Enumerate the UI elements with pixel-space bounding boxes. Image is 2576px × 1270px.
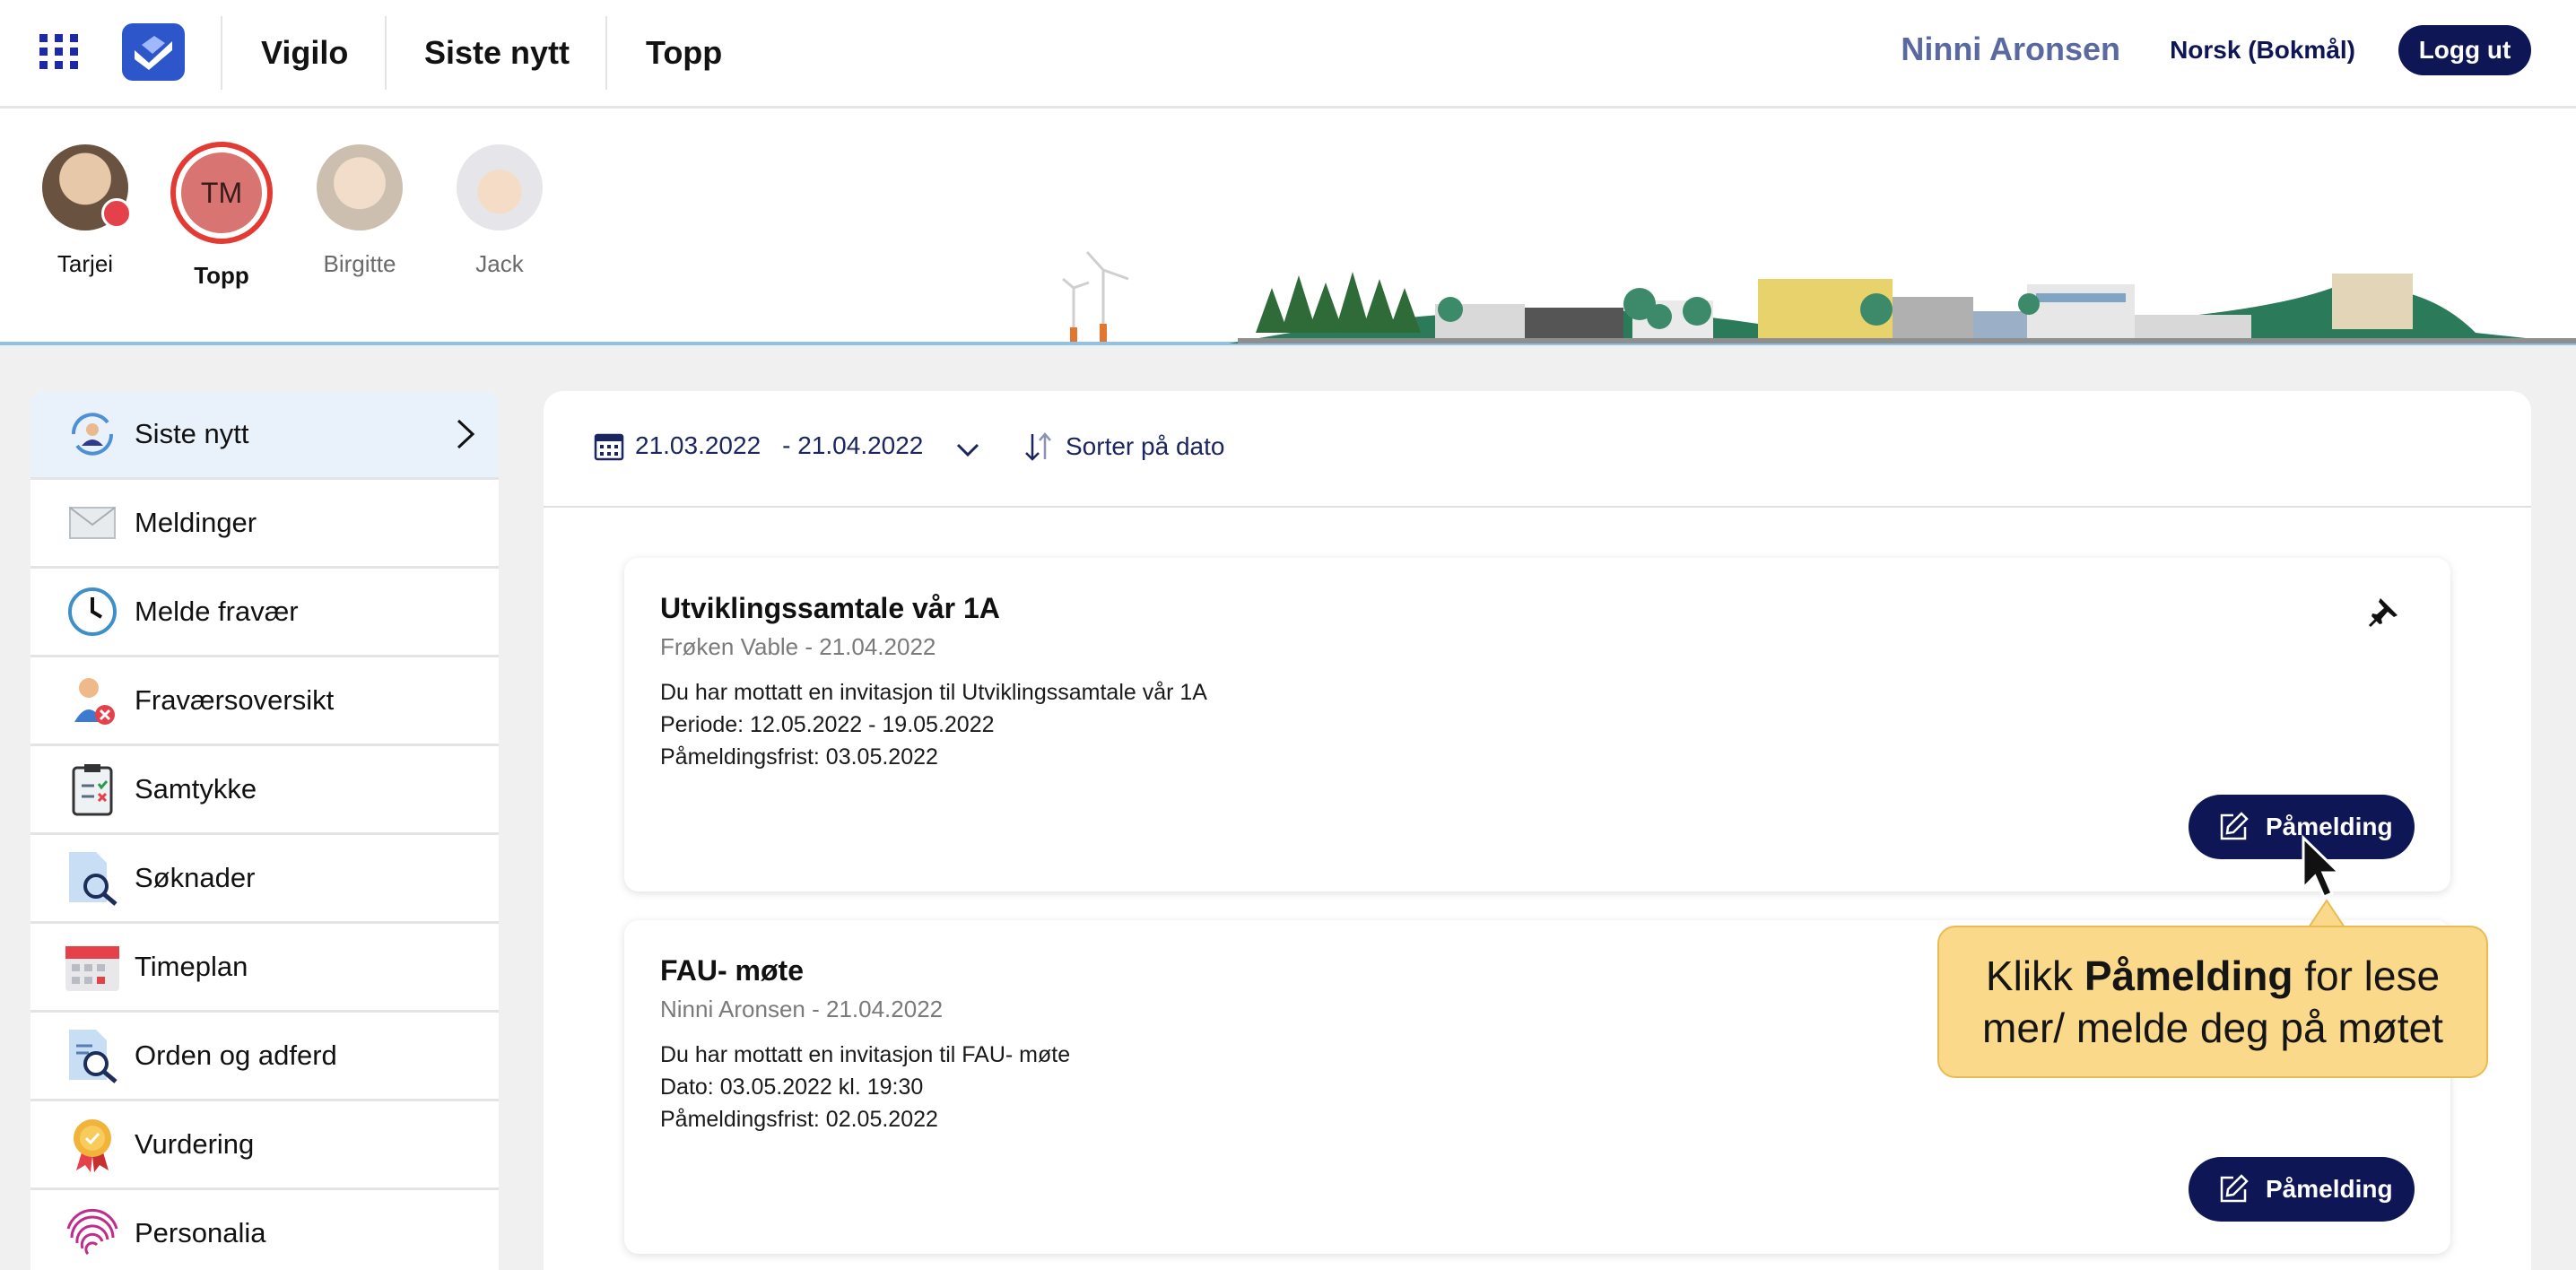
- clipboard-check-icon: [63, 760, 122, 819]
- edit-icon: [2220, 812, 2249, 840]
- child-name: Jack: [475, 250, 524, 277]
- main-panel: 21.03.2022 - 21.04.2022 Sorter på dato U…: [544, 391, 2531, 1270]
- sidebar-item-label: Fraværsoversikt: [135, 684, 335, 716]
- avatar: TM: [176, 147, 267, 239]
- chevron-right-icon: [457, 419, 475, 449]
- date-to[interactable]: - 21.04.2022: [782, 431, 923, 460]
- pin-icon[interactable]: [2368, 596, 2400, 628]
- edit-icon: [2220, 1174, 2249, 1203]
- child-name: Topp: [194, 262, 249, 289]
- avatar: [42, 144, 132, 231]
- sidebar-item-label: Siste nytt: [135, 418, 249, 449]
- fingerprint-icon: [63, 1204, 122, 1263]
- chevron-down-icon[interactable]: [956, 443, 979, 457]
- news-card[interactable]: Utviklingssamtale vår 1A Frøken Vable - …: [624, 558, 2450, 892]
- sidebar-item-soknader[interactable]: Søknader: [30, 835, 499, 924]
- award-medal-icon: [63, 1115, 122, 1174]
- card-body: Du har mottatt en invitasjon til Utvikli…: [660, 676, 1207, 773]
- sidebar: Siste nytt Meldinger Melde fravær Fravær…: [30, 391, 499, 1270]
- tooltip-text-before: Klikk: [1985, 952, 2084, 999]
- nav-topp[interactable]: Topp: [646, 0, 722, 106]
- card-meta: Ninni Aronsen - 21.04.2022: [660, 996, 944, 1022]
- apps-grid-icon[interactable]: [39, 34, 79, 70]
- tooltip-text: Klikk Påmelding for lese mer/ melde deg …: [1961, 950, 2465, 1054]
- sort-label: Sorter på dato: [1066, 432, 1225, 460]
- date-from[interactable]: 21.03.2022: [635, 431, 761, 460]
- sidebar-item-label: Orden og adferd: [135, 1039, 337, 1071]
- nav-divider: [605, 16, 607, 90]
- vigilo-logo[interactable]: [122, 23, 185, 81]
- sidebar-item-samtykke[interactable]: Samtykke: [30, 746, 499, 835]
- tooltip-text-bold: Påmelding: [2084, 952, 2293, 999]
- card-title: FAU- møte: [660, 954, 804, 987]
- card-line: Dato: 03.05.2022 kl. 19:30: [660, 1074, 924, 1100]
- sidebar-item-meldinger[interactable]: Meldinger: [30, 480, 499, 569]
- sidebar-item-vurdering[interactable]: Vurdering: [30, 1101, 499, 1190]
- envelope-icon: [63, 493, 122, 552]
- person-absence-icon: [63, 671, 122, 730]
- nav-siste-nytt[interactable]: Siste nytt: [424, 0, 570, 106]
- card-body: Du har mottatt en invitasjon til FAU- mø…: [660, 1039, 1070, 1135]
- help-tooltip: Klikk Påmelding for lese mer/ melde deg …: [1937, 926, 2488, 1078]
- nav-vigilo[interactable]: Vigilo: [261, 0, 348, 106]
- date-range-picker[interactable]: 21.03.2022 - 21.04.2022: [594, 431, 923, 461]
- sidebar-item-label: Søknader: [135, 862, 256, 893]
- document-search-icon: [63, 848, 122, 908]
- button-label: Påmelding: [2266, 1175, 2393, 1203]
- sidebar-item-label: Personalia: [135, 1217, 266, 1248]
- document-magnify-icon: [63, 1026, 122, 1085]
- logout-button[interactable]: Logg ut: [2398, 25, 2531, 75]
- calendar-icon: [594, 433, 624, 461]
- sidebar-item-label: Meldinger: [135, 507, 257, 538]
- card-line: Du har mottatt en invitasjon til Utvikli…: [660, 680, 1207, 705]
- sidebar-item-label: Melde fravær: [135, 596, 299, 627]
- top-bar: Vigilo Siste nytt Topp Ninni Aronsen Nor…: [0, 0, 2576, 109]
- card-meta: Frøken Vable - 21.04.2022: [660, 633, 936, 660]
- sort-button[interactable]: Sorter på dato: [1023, 431, 1224, 463]
- sidebar-item-personalia[interactable]: Personalia: [30, 1190, 499, 1270]
- avatar: [457, 144, 543, 231]
- calendar-icon: [63, 937, 122, 996]
- clock-icon: [63, 582, 122, 641]
- sidebar-item-label: Timeplan: [135, 951, 248, 982]
- sidebar-item-fravaersoversikt[interactable]: Fraværsoversikt: [30, 657, 499, 746]
- sort-icon: [1025, 432, 1051, 461]
- sidebar-item-label: Samtykke: [135, 773, 257, 805]
- card-line: Påmeldingsfrist: 03.05.2022: [660, 744, 938, 770]
- sidebar-item-label: Vurdering: [135, 1128, 255, 1160]
- card-line: Påmeldingsfrist: 02.05.2022: [660, 1107, 938, 1132]
- sidebar-item-orden-og-adferd[interactable]: Orden og adferd: [30, 1013, 499, 1101]
- mouse-cursor-icon: [2302, 834, 2343, 899]
- child-jack[interactable]: Jack: [441, 144, 558, 278]
- user-name[interactable]: Ninni Aronsen: [1901, 30, 2120, 68]
- tooltip-arrow: [2307, 899, 2346, 929]
- avatar: [317, 144, 403, 231]
- sidebar-item-melde-fravaer[interactable]: Melde fravær: [30, 569, 499, 657]
- nav-divider: [385, 16, 387, 90]
- child-birgitte[interactable]: Birgitte: [301, 144, 418, 278]
- child-topp[interactable]: TM Topp: [163, 144, 280, 290]
- nav-divider: [221, 16, 222, 90]
- pamelding-button[interactable]: Påmelding: [2189, 1157, 2415, 1222]
- card-title: Utviklingssamtale vår 1A: [660, 592, 1000, 624]
- language-selector[interactable]: Norsk (Bokmål): [2170, 36, 2355, 65]
- sidebar-item-siste-nytt[interactable]: Siste nytt: [30, 391, 499, 480]
- child-name: Tarjei: [57, 250, 114, 277]
- child-tarjei[interactable]: Tarjei: [27, 144, 144, 278]
- card-line: Du har mottatt en invitasjon til FAU- mø…: [660, 1042, 1071, 1067]
- sidebar-item-timeplan[interactable]: Timeplan: [30, 924, 499, 1013]
- alert-dot: [101, 198, 132, 229]
- news-refresh-icon: [63, 404, 122, 464]
- children-banner: Tarjei TM Topp Birgitte Jack: [0, 109, 2576, 345]
- card-line: Periode: 12.05.2022 - 19.05.2022: [660, 712, 995, 737]
- filter-toolbar: 21.03.2022 - 21.04.2022 Sorter på dato: [544, 391, 2531, 508]
- child-name: Birgitte: [323, 250, 396, 277]
